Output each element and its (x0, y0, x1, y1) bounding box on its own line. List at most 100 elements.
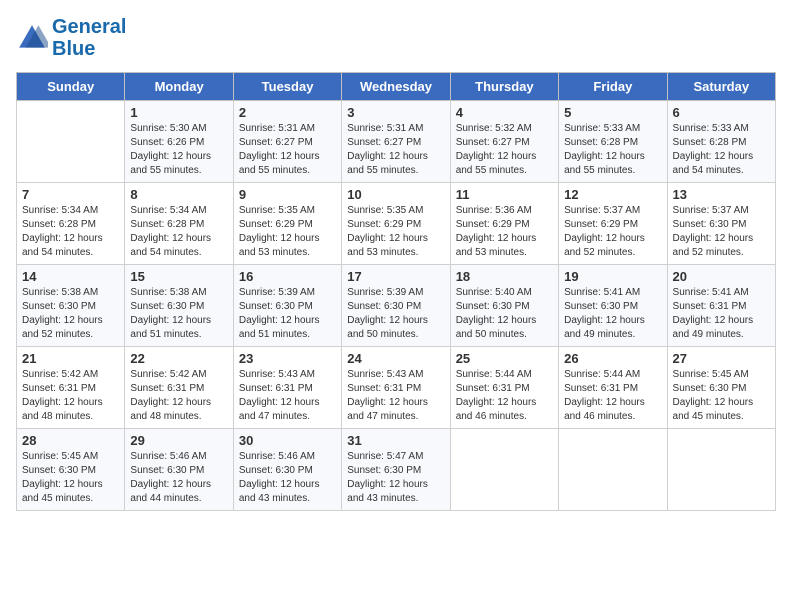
calendar-week-row: 21 Sunrise: 5:42 AM Sunset: 6:31 PM Dayli… (17, 347, 776, 429)
day-number: 30 (239, 433, 336, 448)
day-number: 18 (456, 269, 553, 284)
day-number: 22 (130, 351, 227, 366)
day-info: Sunrise: 5:35 AM Sunset: 6:29 PM Dayligh… (347, 204, 444, 260)
calendar-cell: 19 Sunrise: 5:41 AM Sunset: 6:30 PM Dayli… (559, 265, 667, 347)
calendar-cell: 14 Sunrise: 5:38 AM Sunset: 6:30 PM Dayli… (17, 265, 125, 347)
calendar-cell: 23 Sunrise: 5:43 AM Sunset: 6:31 PM Dayli… (233, 347, 341, 429)
day-info: Sunrise: 5:34 AM Sunset: 6:28 PM Dayligh… (130, 204, 227, 260)
calendar-cell: 8 Sunrise: 5:34 AM Sunset: 6:28 PM Daylig… (125, 183, 233, 265)
day-number: 7 (22, 187, 119, 202)
weekday-header: Friday (559, 73, 667, 101)
logo-text: General Blue (52, 16, 126, 60)
day-number: 31 (347, 433, 444, 448)
calendar-cell: 6Sunrise: 5:33 AM Sunset: 6:28 PM Daylig… (667, 101, 775, 183)
day-number: 4 (456, 105, 553, 120)
day-number: 14 (22, 269, 119, 284)
calendar-cell: 21 Sunrise: 5:42 AM Sunset: 6:31 PM Dayli… (17, 347, 125, 429)
day-info: Sunrise: 5:31 AM Sunset: 6:27 PM Dayligh… (239, 122, 336, 178)
weekday-header: Tuesday (233, 73, 341, 101)
day-info: Sunrise: 5:33 AM Sunset: 6:28 PM Dayligh… (564, 122, 661, 178)
day-info: Sunrise: 5:43 AM Sunset: 6:31 PM Dayligh… (239, 368, 336, 424)
day-info: Sunrise: 5:41 AM Sunset: 6:30 PM Dayligh… (564, 286, 661, 342)
day-number: 8 (130, 187, 227, 202)
calendar-cell: 24Sunrise: 5:43 AM Sunset: 6:31 PM Dayli… (342, 347, 450, 429)
calendar-cell: 10 Sunrise: 5:35 AM Sunset: 6:29 PM Dayli… (342, 183, 450, 265)
calendar-cell: 20 Sunrise: 5:41 AM Sunset: 6:31 PM Dayli… (667, 265, 775, 347)
day-info: Sunrise: 5:47 AM Sunset: 6:30 PM Dayligh… (347, 450, 444, 506)
day-number: 27 (673, 351, 770, 366)
day-info: Sunrise: 5:44 AM Sunset: 6:31 PM Dayligh… (456, 368, 553, 424)
day-number: 1 (130, 105, 227, 120)
day-info: Sunrise: 5:33 AM Sunset: 6:28 PM Dayligh… (673, 122, 770, 178)
day-info: Sunrise: 5:39 AM Sunset: 6:30 PM Dayligh… (239, 286, 336, 342)
day-number: 16 (239, 269, 336, 284)
calendar-cell: 22 Sunrise: 5:42 AM Sunset: 6:31 PM Dayli… (125, 347, 233, 429)
day-number: 5 (564, 105, 661, 120)
calendar-cell: 2 Sunrise: 5:31 AM Sunset: 6:27 PM Daylig… (233, 101, 341, 183)
day-number: 11 (456, 187, 553, 202)
day-info: Sunrise: 5:34 AM Sunset: 6:28 PM Dayligh… (22, 204, 119, 260)
calendar-cell (450, 429, 558, 511)
calendar-cell: 4 Sunrise: 5:32 AM Sunset: 6:27 PM Daylig… (450, 101, 558, 183)
weekday-header: Sunday (17, 73, 125, 101)
day-number: 15 (130, 269, 227, 284)
calendar-cell: 5 Sunrise: 5:33 AM Sunset: 6:28 PM Daylig… (559, 101, 667, 183)
calendar-cell: 31 Sunrise: 5:47 AM Sunset: 6:30 PM Dayli… (342, 429, 450, 511)
day-info: Sunrise: 5:38 AM Sunset: 6:30 PM Dayligh… (130, 286, 227, 342)
day-info: Sunrise: 5:39 AM Sunset: 6:30 PM Dayligh… (347, 286, 444, 342)
day-number: 23 (239, 351, 336, 366)
day-info: Sunrise: 5:44 AM Sunset: 6:31 PM Dayligh… (564, 368, 661, 424)
calendar-cell: 12Sunrise: 5:37 AM Sunset: 6:29 PM Dayli… (559, 183, 667, 265)
day-info: Sunrise: 5:46 AM Sunset: 6:30 PM Dayligh… (130, 450, 227, 506)
day-number: 10 (347, 187, 444, 202)
day-info: Sunrise: 5:40 AM Sunset: 6:30 PM Dayligh… (456, 286, 553, 342)
weekday-header: Thursday (450, 73, 558, 101)
calendar-cell: 25 Sunrise: 5:44 AM Sunset: 6:31 PM Dayli… (450, 347, 558, 429)
calendar-cell (667, 429, 775, 511)
calendar-week-row: 28 Sunrise: 5:45 AM Sunset: 6:30 PM Dayli… (17, 429, 776, 511)
calendar-cell: 27 Sunrise: 5:45 AM Sunset: 6:30 PM Dayli… (667, 347, 775, 429)
day-info: Sunrise: 5:38 AM Sunset: 6:30 PM Dayligh… (22, 286, 119, 342)
calendar-body: 1 Sunrise: 5:30 AM Sunset: 6:26 PM Daylig… (17, 101, 776, 511)
day-info: Sunrise: 5:30 AM Sunset: 6:26 PM Dayligh… (130, 122, 227, 178)
day-number: 24 (347, 351, 444, 366)
day-number: 3 (347, 105, 444, 120)
calendar-week-row: 7 Sunrise: 5:34 AM Sunset: 6:28 PM Daylig… (17, 183, 776, 265)
day-number: 20 (673, 269, 770, 284)
calendar-cell: 13Sunrise: 5:37 AM Sunset: 6:30 PM Dayli… (667, 183, 775, 265)
calendar-table: SundayMondayTuesdayWednesdayThursdayFrid… (16, 72, 776, 511)
calendar-header: SundayMondayTuesdayWednesdayThursdayFrid… (17, 73, 776, 101)
page-header: General Blue (16, 16, 776, 60)
day-info: Sunrise: 5:42 AM Sunset: 6:31 PM Dayligh… (22, 368, 119, 424)
day-number: 2 (239, 105, 336, 120)
calendar-cell: 29 Sunrise: 5:46 AM Sunset: 6:30 PM Dayli… (125, 429, 233, 511)
calendar-cell: 26Sunrise: 5:44 AM Sunset: 6:31 PM Dayli… (559, 347, 667, 429)
day-info: Sunrise: 5:32 AM Sunset: 6:27 PM Dayligh… (456, 122, 553, 178)
calendar-week-row: 14 Sunrise: 5:38 AM Sunset: 6:30 PM Dayli… (17, 265, 776, 347)
day-number: 25 (456, 351, 553, 366)
day-info: Sunrise: 5:42 AM Sunset: 6:31 PM Dayligh… (130, 368, 227, 424)
calendar-cell: 3 Sunrise: 5:31 AM Sunset: 6:27 PM Daylig… (342, 101, 450, 183)
day-number: 19 (564, 269, 661, 284)
calendar-cell (559, 429, 667, 511)
day-number: 21 (22, 351, 119, 366)
calendar-cell (17, 101, 125, 183)
calendar-cell: 16 Sunrise: 5:39 AM Sunset: 6:30 PM Dayli… (233, 265, 341, 347)
day-info: Sunrise: 5:36 AM Sunset: 6:29 PM Dayligh… (456, 204, 553, 260)
day-number: 28 (22, 433, 119, 448)
calendar-cell: 15 Sunrise: 5:38 AM Sunset: 6:30 PM Dayli… (125, 265, 233, 347)
day-number: 12 (564, 187, 661, 202)
day-number: 29 (130, 433, 227, 448)
day-info: Sunrise: 5:46 AM Sunset: 6:30 PM Dayligh… (239, 450, 336, 506)
calendar-cell: 9Sunrise: 5:35 AM Sunset: 6:29 PM Daylig… (233, 183, 341, 265)
day-info: Sunrise: 5:45 AM Sunset: 6:30 PM Dayligh… (673, 368, 770, 424)
calendar-cell: 18 Sunrise: 5:40 AM Sunset: 6:30 PM Dayli… (450, 265, 558, 347)
calendar-cell: 28 Sunrise: 5:45 AM Sunset: 6:30 PM Dayli… (17, 429, 125, 511)
day-info: Sunrise: 5:31 AM Sunset: 6:27 PM Dayligh… (347, 122, 444, 178)
calendar-cell: 30 Sunrise: 5:46 AM Sunset: 6:30 PM Dayli… (233, 429, 341, 511)
day-info: Sunrise: 5:41 AM Sunset: 6:31 PM Dayligh… (673, 286, 770, 342)
logo: General Blue (16, 16, 126, 60)
weekday-header: Monday (125, 73, 233, 101)
day-info: Sunrise: 5:45 AM Sunset: 6:30 PM Dayligh… (22, 450, 119, 506)
calendar-cell: 11 Sunrise: 5:36 AM Sunset: 6:29 PM Dayli… (450, 183, 558, 265)
